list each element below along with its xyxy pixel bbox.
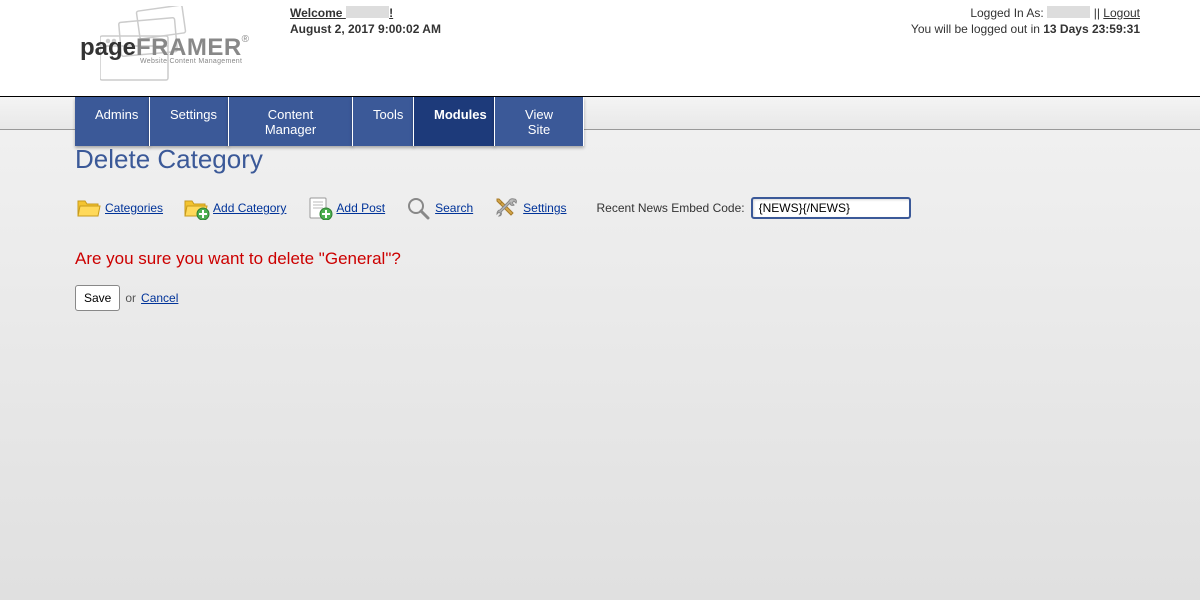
- logo-framer-text: FRAMER: [136, 34, 242, 61]
- confirm-message: Are you sure you want to delete "General…: [75, 249, 1200, 269]
- toolbar: Categories Add Category: [75, 195, 1200, 221]
- logo-reg: ®: [242, 34, 249, 45]
- toolbar-settings[interactable]: Settings: [493, 195, 566, 221]
- settings-link[interactable]: Settings: [523, 201, 566, 215]
- tools-icon: [493, 195, 521, 221]
- logged-in-as-label: Logged In As:: [970, 6, 1047, 20]
- toolbar-categories[interactable]: Categories: [75, 195, 163, 221]
- welcome-text: Welcome !: [290, 6, 441, 20]
- toolbar-add-category[interactable]: Add Category: [183, 195, 286, 221]
- search-link[interactable]: Search: [435, 201, 473, 215]
- logo-page-text: page: [80, 34, 136, 61]
- nav-tab-admins[interactable]: Admins: [75, 97, 150, 146]
- toolbar-search[interactable]: Search: [405, 195, 473, 221]
- page-title: Delete Category: [75, 144, 1200, 175]
- nav-tab-modules[interactable]: Modules: [413, 97, 495, 146]
- add-category-link[interactable]: Add Category: [213, 201, 286, 215]
- logo: pageFRAMER® Website Content Management: [80, 6, 250, 86]
- search-icon: [405, 195, 433, 221]
- folder-icon: [75, 195, 103, 221]
- categories-link[interactable]: Categories: [105, 201, 163, 215]
- logo-subtitle: Website Content Management: [140, 58, 249, 65]
- add-post-link[interactable]: Add Post: [336, 201, 385, 215]
- logout-timer-prefix: You will be logged out in: [911, 22, 1043, 36]
- nav-tab-view-site[interactable]: View Site: [494, 97, 584, 146]
- cancel-link[interactable]: Cancel: [141, 291, 178, 305]
- toolbar-add-post[interactable]: Add Post: [306, 195, 385, 221]
- or-text: or: [125, 291, 136, 305]
- folder-add-icon: [183, 195, 211, 221]
- logged-in-user-redacted: [1047, 6, 1090, 18]
- nav-tab-content-manager[interactable]: Content Manager: [228, 97, 353, 146]
- embed-code-input[interactable]: [751, 197, 911, 219]
- nav-tab-tools[interactable]: Tools: [352, 97, 414, 146]
- current-date: August 2, 2017 9:00:02 AM: [290, 22, 441, 36]
- save-button[interactable]: Save: [75, 285, 120, 311]
- separator: ||: [1090, 6, 1103, 20]
- nav-tab-settings[interactable]: Settings: [149, 97, 229, 146]
- logout-link[interactable]: Logout: [1103, 6, 1140, 20]
- welcome-username-redacted: [346, 6, 389, 18]
- logout-timer-value: 13 Days 23:59:31: [1043, 22, 1140, 36]
- document-add-icon: [306, 195, 334, 221]
- embed-code-label: Recent News Embed Code:: [597, 201, 745, 215]
